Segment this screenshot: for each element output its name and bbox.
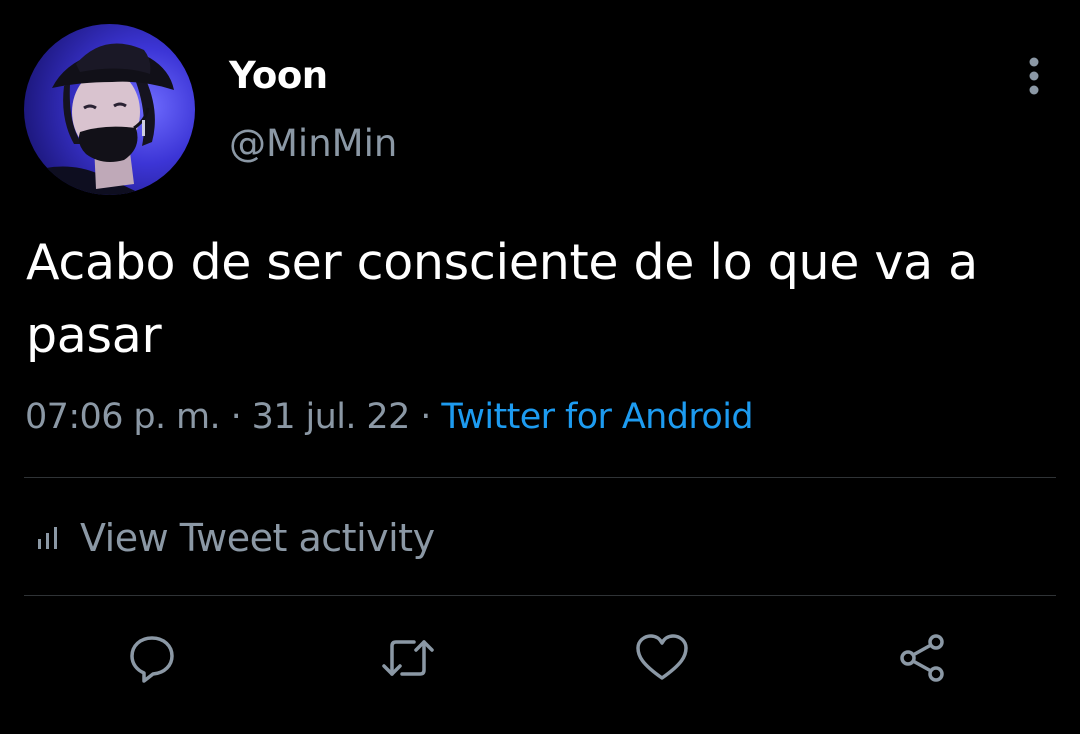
reply-button[interactable]	[120, 628, 184, 688]
retweet-button[interactable]	[376, 628, 440, 688]
share-icon	[900, 634, 944, 682]
author-avatar[interactable]	[24, 24, 195, 195]
retweet-icon	[382, 640, 434, 676]
tweet-text: Acabo de ser consciente de lo que va a p…	[26, 234, 978, 364]
tweet-source-link[interactable]: Twitter for Android	[441, 397, 753, 437]
tweet-date: 31 jul. 22	[251, 397, 411, 437]
author-handle[interactable]: @MinMin	[229, 120, 397, 168]
heart-icon	[636, 634, 688, 680]
view-tweet-activity-button[interactable]: View Tweet activity	[36, 510, 435, 566]
profile-photo-avatar	[24, 24, 195, 195]
divider	[24, 477, 1056, 478]
like-button[interactable]	[630, 628, 694, 688]
view-tweet-activity-label: View Tweet activity	[80, 516, 435, 560]
meta-separator: ·	[230, 397, 242, 437]
more-options-button[interactable]	[1014, 54, 1054, 98]
meta-separator: ·	[420, 397, 431, 437]
tweet-metadata: 07:06 p. m. · 31 jul. 22 · Twitter for A…	[25, 392, 754, 442]
vertical-dots-icon	[1029, 57, 1039, 95]
divider	[24, 595, 1056, 596]
share-button[interactable]	[890, 628, 954, 688]
author-display-name[interactable]: Yoon	[229, 52, 328, 100]
tweet-time: 07:06 p. m.	[25, 397, 221, 437]
bar-chart-icon	[36, 525, 62, 551]
reply-bubble-icon	[130, 636, 174, 683]
